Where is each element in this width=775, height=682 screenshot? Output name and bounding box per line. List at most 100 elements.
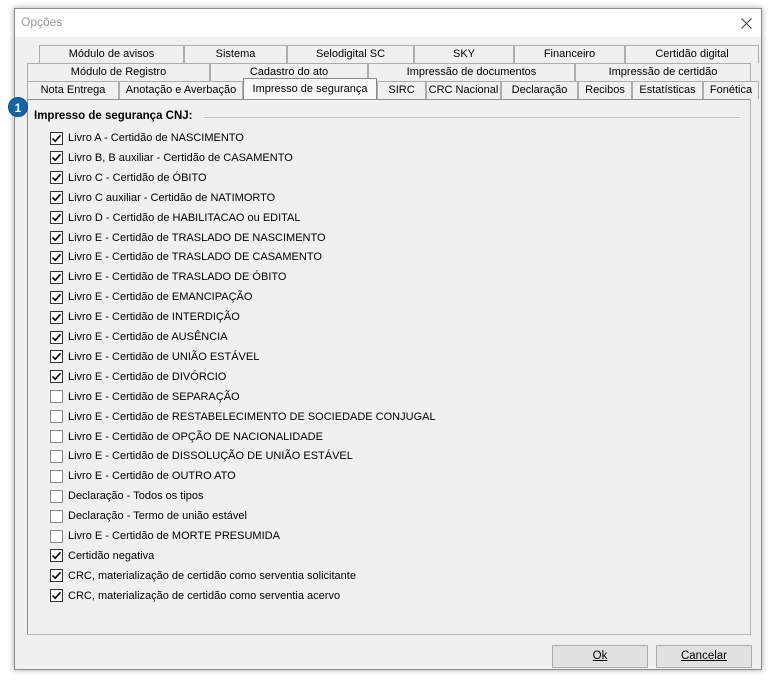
checkbox-unchecked[interactable] [50,489,63,503]
checkbox-label: Livro E - Certidão de TRASLADO DE NASCIM… [68,231,326,244]
checkbox-checked[interactable] [50,569,63,583]
checkmark-icon [51,253,62,262]
checkmark-icon [51,233,62,242]
checkbox-unchecked[interactable] [50,410,63,424]
checkbox-checked[interactable] [50,191,63,205]
checkbox-unchecked[interactable] [50,509,63,523]
tab-sirc[interactable]: SIRC [377,81,426,99]
checkbox-unchecked[interactable] [50,449,63,463]
tab-estatisticas[interactable]: Estatísticas [632,81,703,99]
cancel-button-label: Cancelar [680,650,728,662]
checkbox-unchecked[interactable] [50,529,63,543]
checkmark-icon [51,353,62,361]
checkbox-item[interactable]: CRC, materialização de certidão como ser… [50,568,470,584]
checkbox-checked[interactable] [50,171,63,185]
tab-impressao-de-documentos[interactable]: Impressão de documentos [368,63,575,81]
checkbox-item[interactable]: Livro E - Certidão de RESTABELECIMENTO D… [50,409,470,425]
cancel-button[interactable]: Cancelar [656,645,752,668]
tab-declaracao[interactable]: Declaração [501,81,578,99]
checkbox-unchecked[interactable] [50,390,63,404]
checkbox-checked[interactable] [50,231,63,244]
checkbox-item[interactable]: Livro C - Certidão de ÓBITO [50,170,470,186]
checkbox-item[interactable]: Livro C auxiliar - Certidão de NATIMORTO [50,190,470,206]
checkbox-checked[interactable] [50,310,63,324]
checkbox-item[interactable]: Livro E - Certidão de DISSOLUÇÃO DE UNIÃ… [50,448,470,464]
close-icon [740,17,752,29]
checkbox-label: Livro E - Certidão de DIVÓRCIO [68,370,227,383]
checkbox-label: Livro E - Certidão de MORTE PRESUMIDA [68,530,280,542]
ok-button[interactable]: Ok [552,645,648,668]
tab-fonetica[interactable]: Fonética [703,81,759,99]
checkmark-icon [51,213,62,222]
tab-row-1: Módulo de avisos Sistema Selodigital SC SKY… [27,45,759,63]
checkbox-label: Livro E - Certidão de RESTABELECIMENTO D… [68,410,436,423]
checkbox-item[interactable]: Livro B, B auxiliar - Certidão de CASAME… [50,150,470,166]
checkmark-icon [51,154,62,162]
checkbox-checked[interactable] [50,549,63,563]
tab-modulo-de-avisos[interactable]: Módulo de avisos [39,45,184,63]
checkbox-item[interactable]: Livro A - Certidão de NASCIMENTO [50,130,470,146]
checkbox-item[interactable]: Certidão negativa [50,548,470,564]
checkbox-label: Livro E - Certidão de OUTRO ATO [68,470,236,483]
tab-sky[interactable]: SKY [414,45,514,63]
tab-row-2: Módulo de Registro Cadastro do ato Impress… [27,63,751,81]
checkmark-icon [51,174,62,182]
tab-strip: Módulo de avisos Sistema Selodigital SC SKY… [27,45,759,99]
checkbox-item[interactable]: Declaração - Todos os tipos [50,488,470,504]
checkbox-item[interactable]: CRC, materialização de certidão como ser… [50,588,470,604]
checkbox-item[interactable]: Livro E - Certidão de TRASLADO DE CASAME… [50,249,470,265]
tab-recibos[interactable]: Recibos [578,81,632,99]
checkbox-item[interactable]: Livro E - Certidão de EMANCIPAÇÃO [50,289,470,305]
tab-sistema[interactable]: Sistema [184,45,287,63]
checkbox-checked[interactable] [50,151,63,165]
tab-selodigital-sc[interactable]: Selodigital SC [287,45,414,63]
checkbox-label: Livro D - Certidão de HABILITACAO ou EDI… [68,211,301,224]
checkbox-label: Certidão negativa [68,549,155,562]
checkbox-item[interactable]: Declaração - Termo de união estável [50,508,470,524]
tab-panel-impresso-de-seguranca: Impresso de segurança CNJ: Livro A - Cer… [27,99,751,635]
checkbox-item[interactable]: Livro E - Certidão de SEPARAÇÃO [50,389,470,405]
checkbox-label: Declaração - Termo de união estável [68,510,247,523]
checkbox-item[interactable]: Livro E - Certidão de OPÇÃO DE NACIONALI… [50,429,470,445]
checkbox-label: Livro B, B auxiliar - Certidão de CASAME… [68,151,293,164]
tab-financeiro[interactable]: Financeiro [514,45,625,63]
options-dialog: Opções Módulo de avisos Sistema Selodigita… [14,8,762,670]
checkmark-icon [51,552,62,560]
tab-nota-entrega[interactable]: Nota Entrega [27,81,119,99]
checkbox-item[interactable]: Livro E - Certidão de INTERDIÇÃO [50,309,470,325]
checkbox-item[interactable]: Livro D - Certidão de HABILITACAO ou EDI… [50,210,470,226]
checkbox-unchecked[interactable] [50,430,63,443]
checkbox-item[interactable]: Livro E - Certidão de UNIÃO ESTÁVEL [50,349,470,365]
checkbox-checked[interactable] [50,589,63,603]
checkbox-checked[interactable] [50,330,63,344]
ok-button-label: Ok [592,650,608,662]
tab-impressao-de-certidao[interactable]: Impressão de certidão [575,63,751,81]
checkbox-checked[interactable] [50,131,63,145]
tab-certidao-digital[interactable]: Certidão digital [625,45,759,63]
checkbox-item[interactable]: Livro E - Certidão de OUTRO ATO [50,468,470,484]
checkbox-item[interactable]: Livro E - Certidão de AUSÊNCIA [50,329,470,345]
checkmark-icon [51,373,62,381]
tab-crc-nacional[interactable]: CRC Nacional [426,81,501,99]
checkbox-unchecked[interactable] [50,469,63,483]
tab-impresso-de-seguranca[interactable]: Impresso de segurança [243,78,377,99]
close-button[interactable] [735,12,757,34]
checkbox-label: Livro E - Certidão de TRASLADO DE ÓBITO [68,271,287,284]
checkmark-icon [51,313,62,321]
checkbox-checked[interactable] [50,211,63,225]
checkbox-label: CRC, materialização de certidão como ser… [68,569,356,582]
checkbox-checked[interactable] [50,250,63,264]
checkbox-item[interactable]: Livro E - Certidão de DIVÓRCIO [50,369,470,385]
tab-modulo-de-registro[interactable]: Módulo de Registro [27,63,210,81]
checkbox-checked[interactable] [50,290,63,304]
checkbox-item[interactable]: Livro E - Certidão de TRASLADO DE NASCIM… [50,230,470,246]
checkbox-checked[interactable] [50,270,63,284]
checkbox-label: Livro E - Certidão de OPÇÃO DE NACIONALI… [68,430,323,443]
checkbox-item[interactable]: Livro E - Certidão de TRASLADO DE ÓBITO [50,269,470,285]
checkbox-checked[interactable] [50,370,63,384]
checkbox-checked[interactable] [50,350,63,364]
checkbox-label: Livro E - Certidão de TRASLADO DE CASAME… [68,251,322,264]
window-title: Opções [21,15,63,29]
tab-anotacao-e-averbacao[interactable]: Anotação e Averbação [119,81,243,99]
checkbox-item[interactable]: Livro E - Certidão de MORTE PRESUMIDA [50,528,470,544]
